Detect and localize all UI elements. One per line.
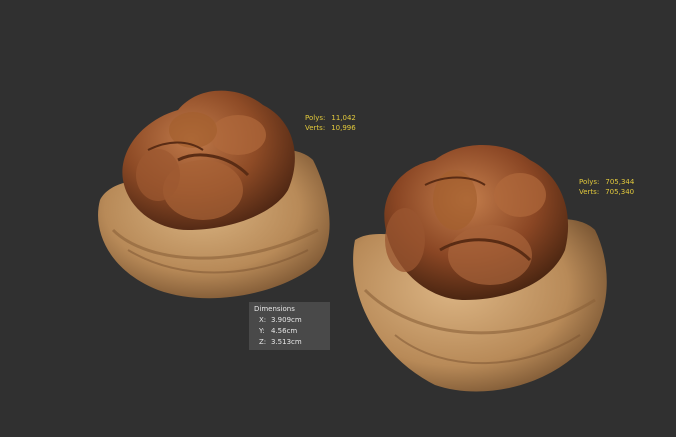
walnut-model-low-poly[interactable] [88,80,338,310]
verts-label: Verts: [579,188,600,196]
dimensions-title: Dimensions [254,305,295,313]
dimension-y: Y: 4.56cm [249,325,330,336]
3d-viewport[interactable]: Polys: 11,042 Verts: 10,996 Polys: 705,3… [0,0,676,437]
z-label: Z: [259,337,267,346]
verts-label: Verts: [305,124,326,132]
polys-label: Polys: [305,114,326,122]
model-stats-low-poly: Polys: 11,042 Verts: 10,996 [305,113,356,133]
y-label: Y: [259,326,265,335]
x-label: X: [259,315,267,324]
polys-value: 11,042 [331,114,356,122]
verts-value: 10,996 [331,124,356,132]
x-value: 3.909cm [271,315,302,324]
model-stats-high-poly: Polys: 705,344 Verts: 705,340 [579,177,634,197]
y-value: 4.56cm [271,326,298,335]
z-value: 3.513cm [271,337,302,346]
dimension-x: X: 3.909cm [249,314,330,325]
walnut-model-high-poly[interactable] [345,140,615,400]
dimensions-panel: Dimensions X: 3.909cm Y: 4.56cm Z: 3.513… [249,302,330,350]
polys-value: 705,344 [605,178,635,186]
polys-label: Polys: [579,178,600,186]
verts-value: 705,340 [605,188,635,196]
dimension-z: Z: 3.513cm [249,336,330,347]
